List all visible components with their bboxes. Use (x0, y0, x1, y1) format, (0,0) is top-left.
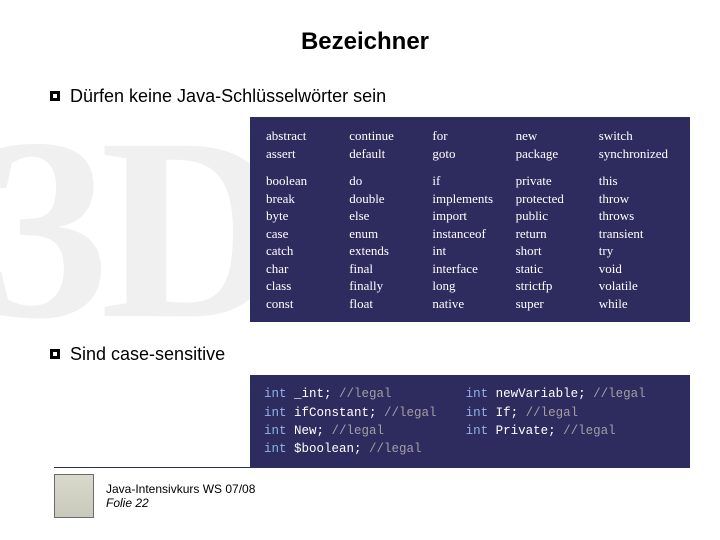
kw: volatile (595, 277, 678, 295)
kw: boolean (262, 172, 345, 190)
code-line: int $boolean; //legal (264, 440, 466, 458)
kw: interface (428, 260, 511, 278)
kw: finally (345, 277, 428, 295)
kw: void (595, 260, 678, 278)
code-table: int _int; //legal int newVariable; //leg… (264, 385, 676, 458)
kw: catch (262, 242, 345, 260)
kw: char (262, 260, 345, 278)
kw: throws (595, 207, 678, 225)
university-logo (54, 474, 94, 518)
table-row: char final interface static void (262, 260, 678, 278)
kw: public (512, 207, 595, 225)
kw: super (512, 295, 595, 313)
code-line: int Private; //legal (466, 422, 676, 440)
kw: short (512, 242, 595, 260)
kw: protected (512, 190, 595, 208)
kw: long (428, 277, 511, 295)
kw: byte (262, 207, 345, 225)
bullet-icon (50, 91, 60, 101)
footer-text: Java-Intensivkurs WS 07/08 Folie 22 (106, 482, 255, 510)
table-row: assert default goto package synchronized (262, 145, 678, 163)
table-row: boolean do if private this (262, 172, 678, 190)
kw: new (512, 127, 595, 145)
kw: while (595, 295, 678, 313)
kw: private (512, 172, 595, 190)
bullet-1: Dürfen keine Java-Schlüsselwörter sein (50, 86, 680, 107)
bullet-2: Sind case-sensitive (50, 344, 680, 365)
kw: instanceof (428, 225, 511, 243)
kw: abstract (262, 127, 345, 145)
code-line: int newVariable; //legal (466, 385, 676, 403)
kw: break (262, 190, 345, 208)
kw: const (262, 295, 345, 313)
kw: case (262, 225, 345, 243)
slide-number: Folie 22 (106, 496, 255, 510)
kw: assert (262, 145, 345, 163)
table-row: byte else import public throws (262, 207, 678, 225)
slide: Bezeichner Dürfen keine Java-Schlüsselwö… (0, 0, 720, 540)
kw: import (428, 207, 511, 225)
kw: native (428, 295, 511, 313)
kw: synchronized (595, 145, 678, 163)
keywords-table: abstract continue for new switch assert … (262, 127, 678, 312)
divider (54, 467, 660, 468)
kw: double (345, 190, 428, 208)
table-row: case enum instanceof return transient (262, 225, 678, 243)
kw: package (512, 145, 595, 163)
table-row: class finally long strictfp volatile (262, 277, 678, 295)
kw: static (512, 260, 595, 278)
kw: implements (428, 190, 511, 208)
kw: return (512, 225, 595, 243)
kw: enum (345, 225, 428, 243)
kw: strictfp (512, 277, 595, 295)
footer: Java-Intensivkurs WS 07/08 Folie 22 (54, 474, 255, 518)
kw: for (428, 127, 511, 145)
table-row: const float native super while (262, 295, 678, 313)
kw: extends (345, 242, 428, 260)
kw: transient (595, 225, 678, 243)
code-line: int _int; //legal (264, 385, 466, 403)
kw: this (595, 172, 678, 190)
bullet-1-text: Dürfen keine Java-Schlüsselwörter sein (70, 86, 386, 107)
slide-title: Bezeichner (50, 28, 680, 56)
kw: else (345, 207, 428, 225)
kw: try (595, 242, 678, 260)
course-name: Java-Intensivkurs WS 07/08 (106, 482, 255, 496)
kw: do (345, 172, 428, 190)
keywords-table-box: abstract continue for new switch assert … (250, 117, 690, 322)
code-example-box: int _int; //legal int newVariable; //leg… (250, 375, 690, 468)
kw: if (428, 172, 511, 190)
kw: float (345, 295, 428, 313)
bullet-icon (50, 349, 60, 359)
kw: continue (345, 127, 428, 145)
code-line: int If; //legal (466, 404, 676, 422)
kw: int (428, 242, 511, 260)
kw: default (345, 145, 428, 163)
table-row: abstract continue for new switch (262, 127, 678, 145)
kw: final (345, 260, 428, 278)
code-line: int ifConstant; //legal (264, 404, 466, 422)
kw: class (262, 277, 345, 295)
kw: switch (595, 127, 678, 145)
kw: goto (428, 145, 511, 163)
code-line: int New; //legal (264, 422, 466, 440)
bullet-2-text: Sind case-sensitive (70, 344, 225, 365)
kw: throw (595, 190, 678, 208)
table-row: catch extends int short try (262, 242, 678, 260)
table-row: break double implements protected throw (262, 190, 678, 208)
